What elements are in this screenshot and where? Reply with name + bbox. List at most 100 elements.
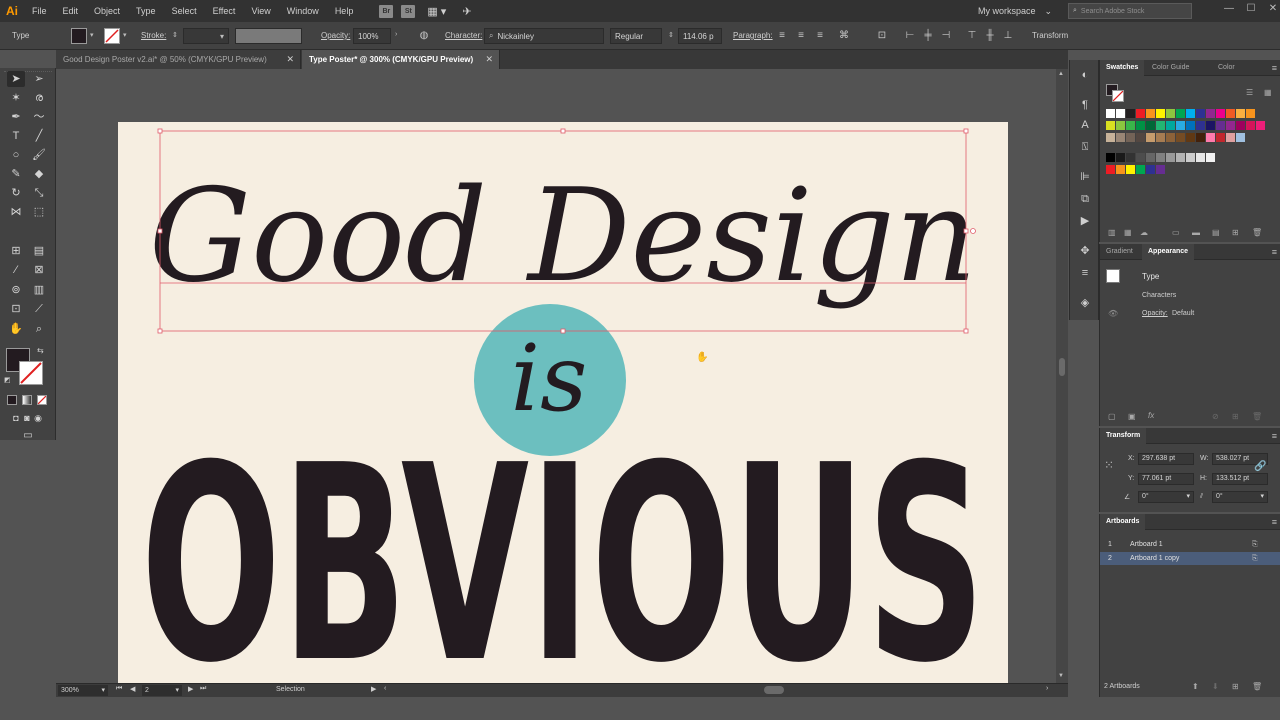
character-label[interactable]: Character: bbox=[445, 31, 482, 40]
swatch[interactable] bbox=[1206, 153, 1215, 162]
hamburger-panel-icon[interactable]: ≡ bbox=[1078, 266, 1092, 280]
magic-wand-tool-icon[interactable]: ✶ bbox=[7, 90, 25, 106]
scroll-down-icon[interactable]: ▼ bbox=[1058, 673, 1064, 679]
tab-color-guide[interactable]: Color Guide bbox=[1146, 60, 1195, 76]
list-view-icon[interactable]: ☰ bbox=[1246, 88, 1253, 97]
menu-help[interactable]: Help bbox=[327, 6, 362, 16]
bridge-button[interactable]: Br bbox=[379, 4, 394, 18]
swatch[interactable] bbox=[1196, 133, 1205, 142]
swatch[interactable] bbox=[1156, 153, 1165, 162]
swatch[interactable] bbox=[1216, 121, 1225, 130]
visibility-eye-icon[interactable]: 👁 bbox=[1108, 309, 1118, 318]
stroke-color-box[interactable] bbox=[19, 361, 43, 385]
stroke-stepper-icon[interactable]: ⇕ bbox=[172, 31, 178, 39]
swatch[interactable] bbox=[1206, 109, 1215, 118]
artboard-row[interactable]: 1 Artboard 1 ⎘ bbox=[1100, 538, 1280, 551]
align-panel-icon[interactable]: ⊫ bbox=[1078, 170, 1092, 184]
align-top-objects-icon[interactable]: ⊤ bbox=[966, 30, 978, 42]
search-stock-input[interactable]: ⌕ Search Adobe Stock bbox=[1068, 3, 1192, 19]
puppet-warp-icon[interactable]: ✥ bbox=[1078, 244, 1092, 258]
artboard-row[interactable]: 2 Artboard 1 copy ⎘ bbox=[1100, 552, 1280, 565]
swatch[interactable] bbox=[1196, 153, 1205, 162]
scroll-left-icon[interactable]: ‹ bbox=[384, 685, 386, 692]
close-icon[interactable]: ✕ bbox=[485, 54, 493, 65]
opacity-field[interactable]: 100% bbox=[353, 28, 391, 44]
variable-width-profile[interactable] bbox=[235, 28, 302, 44]
eraser-tool-icon[interactable]: ◆ bbox=[30, 166, 48, 182]
zoom-tool-icon[interactable]: ⌕ bbox=[30, 321, 48, 337]
swatch[interactable] bbox=[1206, 133, 1215, 142]
swatch[interactable] bbox=[1116, 121, 1125, 130]
tab-type-poster[interactable]: Type Poster* @ 300% (CMYK/GPU Preview) ✕ bbox=[302, 50, 500, 69]
close-window-button[interactable]: ✕ bbox=[1265, 3, 1280, 17]
poster-artwork[interactable]: Good Design is OBVIOUS bbox=[118, 122, 1008, 683]
swatch[interactable] bbox=[1176, 153, 1185, 162]
scroll-thumb[interactable] bbox=[1059, 358, 1065, 376]
selection-tool-icon[interactable]: ➤ bbox=[7, 71, 25, 87]
rotate-field[interactable]: 0° ▾ bbox=[1138, 491, 1194, 503]
thumbnail-view-icon[interactable]: ▦ bbox=[1264, 88, 1272, 97]
stroke-weight-field[interactable]: ▾ bbox=[183, 28, 229, 44]
swatch[interactable] bbox=[1216, 133, 1225, 142]
swatch[interactable] bbox=[1126, 165, 1135, 174]
delete-swatch-icon[interactable]: 🗑 bbox=[1252, 228, 1262, 237]
swatch-options-icon[interactable]: ▭ bbox=[1172, 228, 1180, 237]
swatch[interactable] bbox=[1186, 121, 1195, 130]
pen-tool-icon[interactable]: ✒ bbox=[7, 109, 25, 125]
swatch[interactable] bbox=[1116, 109, 1125, 118]
swatch[interactable] bbox=[1176, 121, 1185, 130]
default-colors-icon[interactable]: ◩ bbox=[4, 377, 12, 385]
align-left-objects-icon[interactable]: ⊢ bbox=[904, 30, 916, 42]
none-mode-icon[interactable] bbox=[37, 395, 47, 405]
menu-edit[interactable]: Edit bbox=[55, 6, 87, 16]
swatch[interactable] bbox=[1236, 121, 1245, 130]
fill-swatch[interactable] bbox=[71, 28, 87, 44]
align-vcenter-objects-icon[interactable]: ╫ bbox=[984, 30, 996, 42]
h-field[interactable]: 133.512 pt bbox=[1212, 473, 1268, 485]
minimize-button[interactable]: — bbox=[1221, 3, 1237, 17]
swatch[interactable] bbox=[1166, 133, 1175, 142]
swatch-libraries-icon[interactable]: ▥ bbox=[1108, 228, 1116, 237]
type-tool-icon[interactable]: T bbox=[7, 128, 25, 144]
stroke-swatch[interactable] bbox=[104, 28, 120, 44]
column-graph-tool-icon[interactable]: ▥ bbox=[30, 282, 48, 298]
tab-swatches[interactable]: Swatches bbox=[1100, 60, 1145, 76]
curvature-tool-icon[interactable]: 〜 bbox=[30, 109, 48, 125]
swatch[interactable] bbox=[1146, 121, 1155, 130]
new-color-group-icon[interactable]: ▬ bbox=[1192, 228, 1200, 237]
swatch[interactable] bbox=[1136, 133, 1145, 142]
blend-tool-icon[interactable]: ⊠ bbox=[30, 262, 48, 278]
swatch[interactable] bbox=[1186, 133, 1195, 142]
align-right-icon[interactable]: ≡ bbox=[814, 30, 826, 42]
gradient-mode-icon[interactable] bbox=[22, 395, 32, 405]
symbol-sprayer-tool-icon[interactable]: ⊚ bbox=[7, 282, 25, 298]
workspace-switcher[interactable]: My workspace ⌄ bbox=[972, 3, 1058, 19]
x-field[interactable]: 297.638 pt bbox=[1138, 453, 1194, 465]
align-to-icon[interactable]: ⊡ bbox=[876, 30, 888, 42]
clear-appearance-icon[interactable]: ⊘ bbox=[1212, 412, 1219, 421]
swatch[interactable] bbox=[1136, 121, 1145, 130]
swatch[interactable] bbox=[1126, 121, 1135, 130]
canvas-area[interactable]: Good Design is OBVIOUS ✋ bbox=[56, 69, 1056, 683]
align-center-icon[interactable]: ≡ bbox=[795, 30, 807, 42]
show-kinds-icon[interactable]: ▦ bbox=[1124, 228, 1132, 237]
swatch[interactable] bbox=[1176, 133, 1185, 142]
paragraph-label[interactable]: Paragraph: bbox=[733, 31, 773, 40]
panel-menu-icon[interactable]: ≡ bbox=[1272, 247, 1277, 257]
swatch[interactable] bbox=[1236, 109, 1245, 118]
add-new-stroke-icon[interactable]: ▢ bbox=[1108, 412, 1116, 421]
horizontal-scroll-thumb[interactable] bbox=[764, 686, 784, 694]
menu-type[interactable]: Type bbox=[128, 6, 164, 16]
next-artboard-icon[interactable]: ▶ bbox=[188, 685, 193, 693]
actions-panel-icon[interactable]: ▶ bbox=[1078, 214, 1092, 228]
paintbrush-tool-icon[interactable]: 🖌 bbox=[30, 147, 48, 163]
swatch[interactable] bbox=[1106, 153, 1115, 162]
swatch[interactable] bbox=[1146, 133, 1155, 142]
in-port-handle[interactable] bbox=[970, 228, 976, 234]
glyphs-panel-icon[interactable]: ⍂ bbox=[1078, 140, 1092, 154]
cc-libraries-icon[interactable]: ☁ bbox=[1140, 228, 1148, 237]
maximize-button[interactable]: ☐ bbox=[1243, 3, 1259, 17]
transform-link[interactable]: Transform bbox=[1032, 31, 1068, 40]
add-effect-icon[interactable]: fx bbox=[1148, 411, 1154, 420]
font-size-stepper-icon[interactable]: ⇕ bbox=[668, 31, 674, 39]
